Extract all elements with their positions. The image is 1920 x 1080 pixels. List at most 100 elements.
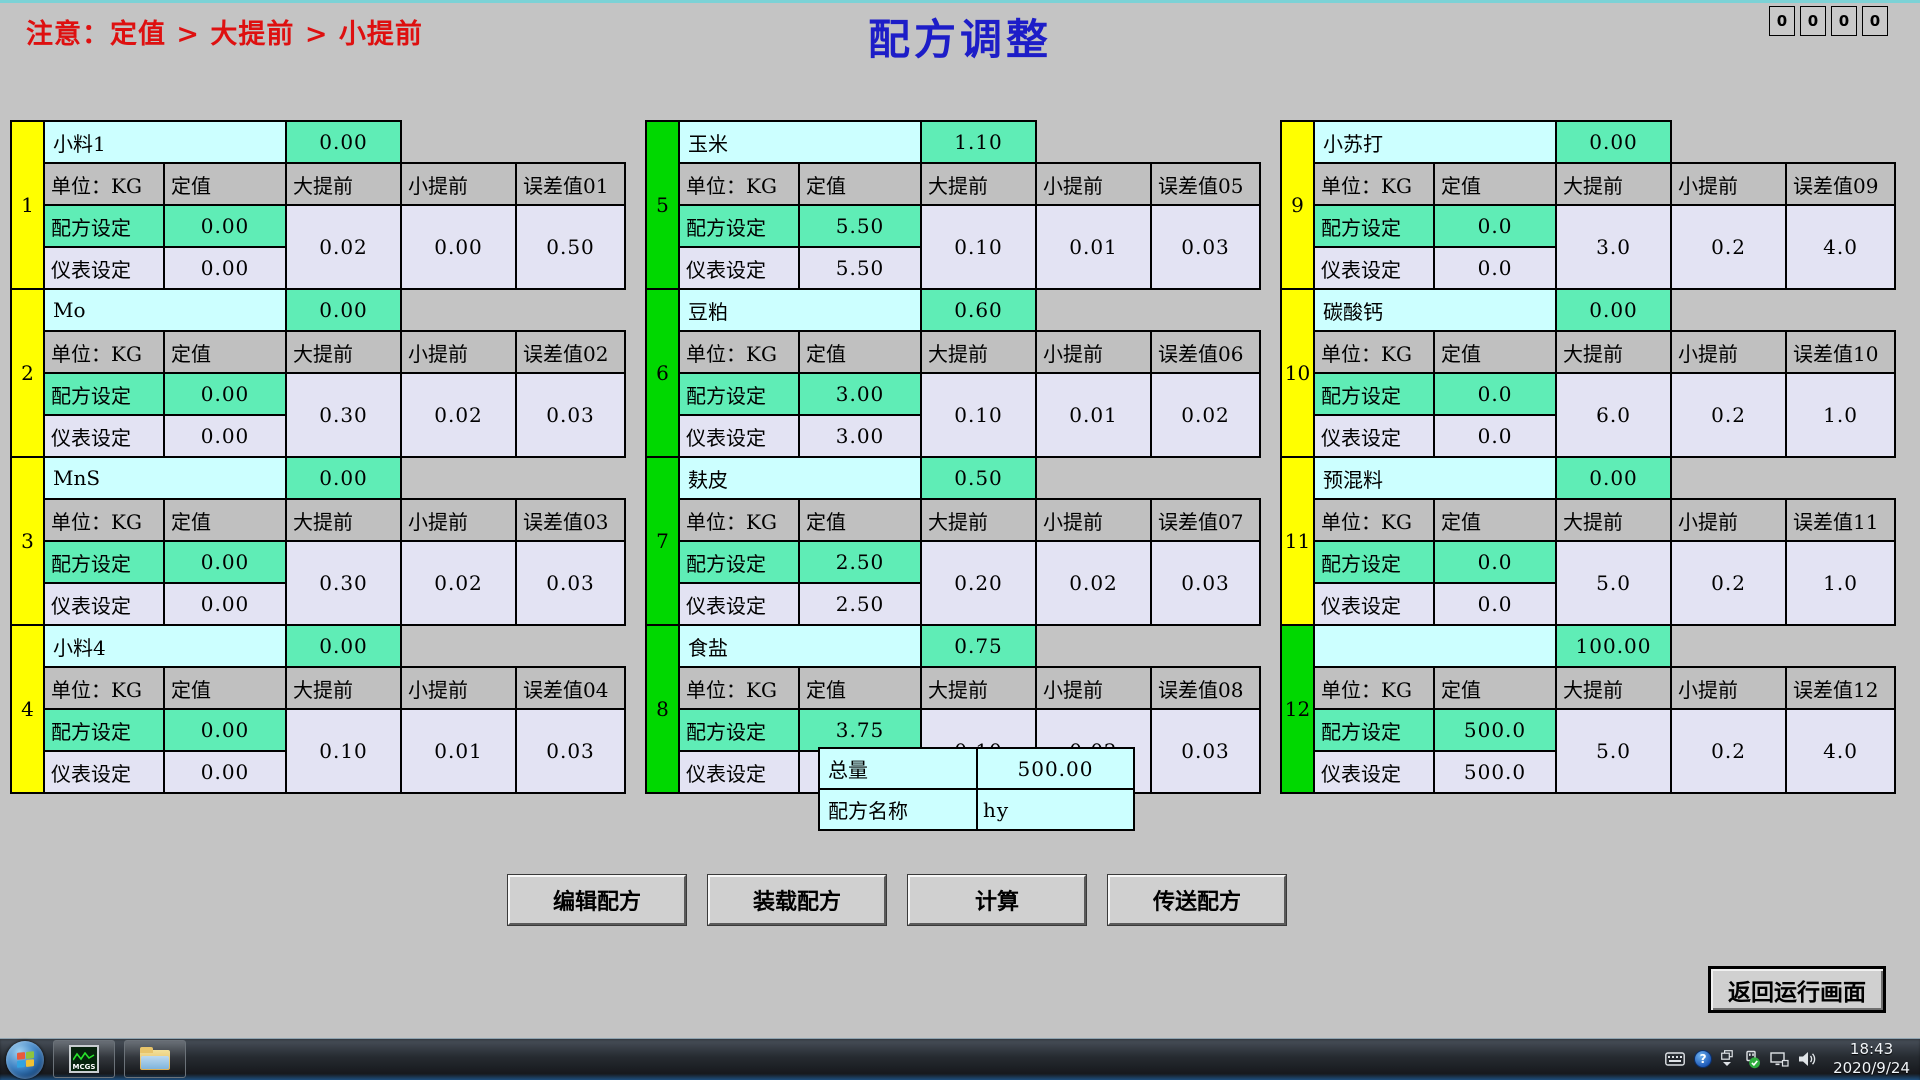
error-value[interactable]: 0.02 bbox=[1151, 373, 1260, 457]
small-advance-value[interactable]: 0.2 bbox=[1671, 205, 1786, 289]
recipe-set-value[interactable]: 5.50 bbox=[799, 205, 921, 247]
current-weight-value[interactable]: 100.00 bbox=[1556, 625, 1671, 667]
edit-recipe-button[interactable]: 编辑配方 bbox=[508, 875, 686, 925]
load-recipe-button[interactable]: 装载配方 bbox=[708, 875, 886, 925]
recipe-set-value[interactable]: 0.00 bbox=[164, 205, 286, 247]
recipe-set-value[interactable]: 2.50 bbox=[799, 541, 921, 583]
counter-box[interactable]: 0 bbox=[1769, 6, 1795, 36]
start-button[interactable] bbox=[6, 1041, 44, 1079]
taskbar-app-explorer[interactable] bbox=[124, 1040, 186, 1078]
ingredient-name[interactable]: 小料1 bbox=[44, 121, 286, 163]
big-advance-value[interactable]: 0.30 bbox=[286, 541, 401, 625]
usb-safely-remove-icon[interactable] bbox=[1742, 1050, 1761, 1069]
recipe-set-value[interactable]: 0.00 bbox=[164, 541, 286, 583]
error-value[interactable]: 1.0 bbox=[1786, 541, 1895, 625]
small-advance-value[interactable]: 0.00 bbox=[401, 205, 516, 289]
small-advance-value[interactable]: 0.02 bbox=[1036, 541, 1151, 625]
small-advance-value[interactable]: 0.02 bbox=[401, 541, 516, 625]
small-advance-value[interactable]: 0.2 bbox=[1671, 541, 1786, 625]
big-advance-value[interactable]: 5.0 bbox=[1556, 541, 1671, 625]
meter-set-value[interactable]: 500.0 bbox=[1434, 751, 1556, 793]
big-advance-value[interactable]: 0.10 bbox=[921, 373, 1036, 457]
counter-box[interactable]: 0 bbox=[1800, 6, 1826, 36]
counter-box[interactable]: 0 bbox=[1831, 6, 1857, 36]
current-weight-value[interactable]: 0.60 bbox=[921, 289, 1036, 331]
current-weight-value[interactable]: 0.00 bbox=[1556, 121, 1671, 163]
current-weight-value[interactable]: 0.50 bbox=[921, 457, 1036, 499]
small-advance-value[interactable]: 0.01 bbox=[1036, 373, 1151, 457]
big-advance-value[interactable]: 0.10 bbox=[286, 709, 401, 793]
ingredient-name[interactable]: 食盐 bbox=[679, 625, 921, 667]
error-value[interactable]: 0.50 bbox=[516, 205, 625, 289]
error-value[interactable]: 0.03 bbox=[1151, 541, 1260, 625]
current-weight-value[interactable]: 1.10 bbox=[921, 121, 1036, 163]
total-value[interactable]: 500.00 bbox=[977, 748, 1134, 789]
meter-set-value[interactable]: 5.50 bbox=[799, 247, 921, 289]
ingredient-name[interactable]: 麸皮 bbox=[679, 457, 921, 499]
error-value[interactable]: 4.0 bbox=[1786, 205, 1895, 289]
current-weight-value[interactable]: 0.75 bbox=[921, 625, 1036, 667]
recipe-set-value[interactable]: 0.00 bbox=[164, 709, 286, 751]
big-advance-value[interactable]: 0.30 bbox=[286, 373, 401, 457]
big-advance-value[interactable]: 0.20 bbox=[921, 541, 1036, 625]
error-value[interactable]: 0.03 bbox=[1151, 709, 1260, 793]
ingredient-name[interactable]: 预混料 bbox=[1314, 457, 1556, 499]
ingredient-name[interactable]: 玉米 bbox=[679, 121, 921, 163]
calculate-button[interactable]: 计算 bbox=[908, 875, 1086, 925]
small-advance-value[interactable]: 0.01 bbox=[401, 709, 516, 793]
big-advance-value[interactable]: 5.0 bbox=[1556, 709, 1671, 793]
show-hidden-icons-icon[interactable] bbox=[1721, 1050, 1733, 1066]
meter-set-value[interactable]: 0.00 bbox=[164, 247, 286, 289]
error-value[interactable]: 0.03 bbox=[1151, 205, 1260, 289]
meter-set-value[interactable]: 0.0 bbox=[1434, 583, 1556, 625]
volume-icon[interactable] bbox=[1798, 1051, 1818, 1067]
recipe-set-value[interactable]: 3.75 bbox=[799, 709, 921, 751]
small-advance-value[interactable]: 0.2 bbox=[1671, 373, 1786, 457]
meter-set-value[interactable]: 3.00 bbox=[799, 415, 921, 457]
recipe-name-value[interactable]: hy bbox=[977, 789, 1134, 830]
ingredient-name[interactable]: Mo bbox=[44, 289, 286, 331]
current-weight-value[interactable]: 0.00 bbox=[1556, 457, 1671, 499]
ingredient-name[interactable] bbox=[1314, 625, 1556, 667]
big-advance-value[interactable]: 0.02 bbox=[286, 205, 401, 289]
recipe-set-value[interactable]: 0.0 bbox=[1434, 205, 1556, 247]
ingredient-name[interactable]: 碳酸钙 bbox=[1314, 289, 1556, 331]
meter-set-value[interactable]: 0.00 bbox=[164, 415, 286, 457]
big-advance-value[interactable]: 3.0 bbox=[1556, 205, 1671, 289]
recipe-set-value[interactable]: 0.0 bbox=[1434, 373, 1556, 415]
help-icon[interactable]: ? bbox=[1694, 1050, 1712, 1068]
keyboard-icon[interactable] bbox=[1665, 1052, 1685, 1066]
meter-set-value[interactable]: 0.0 bbox=[1434, 415, 1556, 457]
ingredient-name[interactable]: 小料4 bbox=[44, 625, 286, 667]
meter-set-value[interactable]: 2.50 bbox=[799, 583, 921, 625]
error-value[interactable]: 0.03 bbox=[516, 373, 625, 457]
current-weight-value[interactable]: 0.00 bbox=[286, 625, 401, 667]
meter-set-value[interactable]: 0.00 bbox=[164, 751, 286, 793]
back-to-run-screen-button[interactable]: 返回运行画面 bbox=[1708, 966, 1886, 1013]
counter-box[interactable]: 0 bbox=[1862, 6, 1888, 36]
ingredient-name[interactable]: 豆粕 bbox=[679, 289, 921, 331]
error-value[interactable]: 1.0 bbox=[1786, 373, 1895, 457]
current-weight-value[interactable]: 0.00 bbox=[286, 121, 401, 163]
recipe-set-value[interactable]: 3.00 bbox=[799, 373, 921, 415]
error-value[interactable]: 0.03 bbox=[516, 541, 625, 625]
network-icon[interactable] bbox=[1770, 1052, 1789, 1067]
send-recipe-button[interactable]: 传送配方 bbox=[1108, 875, 1286, 925]
recipe-set-value[interactable]: 0.00 bbox=[164, 373, 286, 415]
small-advance-value[interactable]: 0.01 bbox=[1036, 205, 1151, 289]
recipe-set-value[interactable]: 500.0 bbox=[1434, 709, 1556, 751]
current-weight-value[interactable]: 0.00 bbox=[1556, 289, 1671, 331]
ingredient-name[interactable]: 小苏打 bbox=[1314, 121, 1556, 163]
meter-set-value[interactable]: 0.00 bbox=[164, 583, 286, 625]
big-advance-value[interactable]: 0.10 bbox=[921, 205, 1036, 289]
meter-set-value[interactable]: 0.0 bbox=[1434, 247, 1556, 289]
recipe-set-value[interactable]: 0.0 bbox=[1434, 541, 1556, 583]
ingredient-name[interactable]: MnS bbox=[44, 457, 286, 499]
taskbar-app-mcgs[interactable]: MCGS bbox=[53, 1040, 115, 1078]
small-advance-value[interactable]: 0.2 bbox=[1671, 709, 1786, 793]
current-weight-value[interactable]: 0.00 bbox=[286, 457, 401, 499]
big-advance-value[interactable]: 6.0 bbox=[1556, 373, 1671, 457]
small-advance-value[interactable]: 0.02 bbox=[401, 373, 516, 457]
taskbar-clock[interactable]: 18:43 2020/9/24 bbox=[1833, 1040, 1910, 1078]
error-value[interactable]: 0.03 bbox=[516, 709, 625, 793]
